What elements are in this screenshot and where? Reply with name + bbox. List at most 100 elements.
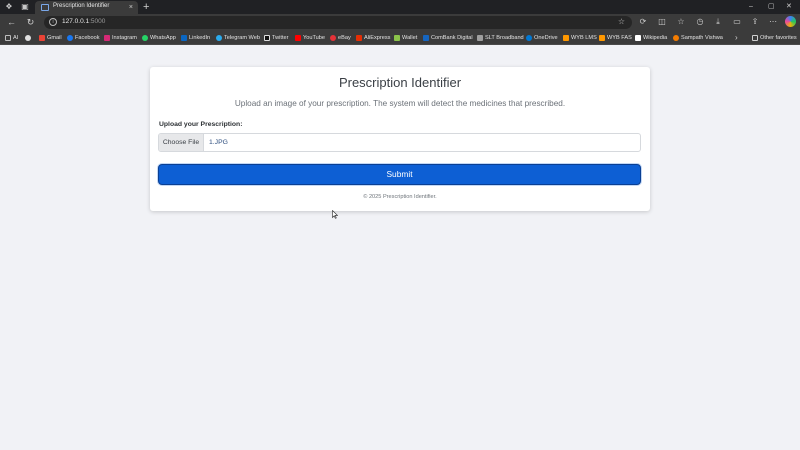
upload-label: Upload your Prescription: bbox=[159, 121, 243, 128]
screenshot-icon[interactable]: ▭ bbox=[732, 17, 742, 27]
new-tab-button[interactable]: + bbox=[143, 0, 149, 14]
bookmark-globe[interactable] bbox=[25, 33, 31, 43]
page-description: Upload an image of your prescription. Th… bbox=[234, 99, 566, 108]
minimize-button[interactable]: – bbox=[749, 2, 753, 12]
gmail-icon bbox=[39, 35, 45, 41]
close-window-button[interactable]: ✕ bbox=[786, 2, 792, 12]
linkedin-icon bbox=[181, 35, 187, 41]
extensions-icon[interactable]: ⟳ bbox=[638, 17, 648, 27]
url-text: 127.0.0.1:5000 bbox=[62, 18, 105, 25]
bookmark-aliexpress[interactable]: AliExpress bbox=[356, 33, 390, 43]
page-content: Prescription Identifier Upload an image … bbox=[0, 46, 800, 450]
onedrive-icon bbox=[526, 35, 532, 41]
youtube-icon bbox=[295, 35, 301, 41]
downloads-icon[interactable]: ⤓ bbox=[713, 17, 723, 27]
site-info-icon[interactable]: i bbox=[49, 18, 57, 26]
tab-prescription-identifier[interactable]: Prescription Identifier × bbox=[35, 1, 138, 14]
split-screen-icon[interactable]: ◫ bbox=[657, 17, 667, 27]
page-favicon-icon bbox=[41, 4, 49, 11]
bookmark-label: Twitter bbox=[272, 35, 289, 41]
bookmark-wyb-lms[interactable]: WYB LMS bbox=[563, 33, 597, 43]
other-favorites[interactable]: Other favorites bbox=[752, 33, 797, 43]
bookmark-label: WYB LMS bbox=[571, 35, 597, 41]
choose-file-button[interactable]: Choose File bbox=[159, 134, 204, 151]
tab-title: Prescription Identifier bbox=[53, 3, 110, 9]
bookmark-youtube[interactable]: YouTube bbox=[295, 33, 325, 43]
bookmark-label: WYB FAS bbox=[607, 35, 632, 41]
bookmark-gmail[interactable]: Gmail bbox=[39, 33, 62, 43]
maximize-button[interactable]: ▢ bbox=[768, 2, 775, 12]
bookmark-ebay[interactable]: eBay bbox=[330, 33, 351, 43]
combank-icon bbox=[423, 35, 429, 41]
tab-close-icon[interactable]: × bbox=[129, 3, 133, 12]
bookmark-instagram[interactable]: Instagram bbox=[104, 33, 137, 43]
bookmark-wallet[interactable]: Wallet bbox=[394, 33, 417, 43]
x-twitter-icon bbox=[264, 35, 270, 41]
star-icon[interactable]: ☆ bbox=[618, 17, 625, 27]
profile-icon[interactable] bbox=[785, 16, 796, 27]
more-icon[interactable]: ⋯ bbox=[768, 17, 778, 27]
bookmark-label: Instagram bbox=[112, 35, 137, 41]
bookmark-label: YouTube bbox=[303, 35, 325, 41]
bookmark-label: ComBank Digital bbox=[431, 35, 473, 41]
bookmark-whatsapp[interactable]: WhatsApp bbox=[142, 33, 176, 43]
bookmark-slt[interactable]: SLT Broadband bbox=[477, 33, 524, 43]
bookmarks-overflow-icon[interactable]: › bbox=[735, 33, 738, 43]
slt-icon bbox=[477, 35, 483, 41]
share-icon[interactable]: ⇪ bbox=[750, 17, 760, 27]
bookmark-label: eBay bbox=[338, 35, 351, 41]
bookmark-linkedin[interactable]: LinkedIn bbox=[181, 33, 210, 43]
bookmark-label: WhatsApp bbox=[150, 35, 176, 41]
bookmark-combank[interactable]: ComBank Digital bbox=[423, 33, 473, 43]
file-input[interactable]: Choose File 1.JPG bbox=[158, 133, 641, 152]
wallet-icon bbox=[394, 35, 400, 41]
aliexpress-icon bbox=[356, 35, 362, 41]
favorites-icon[interactable]: ☆ bbox=[676, 17, 686, 27]
address-bar[interactable]: i 127.0.0.1:5000 ☆ bbox=[44, 16, 632, 29]
sampath-icon bbox=[673, 35, 679, 41]
bookmark-label: Telegram Web bbox=[224, 35, 260, 41]
bookmark-label: Sampath Vishwa bbox=[681, 35, 723, 41]
bookmark-label: Wallet bbox=[402, 35, 418, 41]
bookmark-label: AI bbox=[13, 35, 19, 41]
browser-titlebar: ❖ ▣ Prescription Identifier × + – ▢ ✕ bbox=[0, 0, 800, 14]
bookmark-onedrive[interactable]: OneDrive bbox=[526, 33, 558, 43]
submit-button[interactable]: Submit bbox=[158, 164, 641, 185]
selected-file-name: 1.JPG bbox=[209, 139, 228, 146]
facebook-icon bbox=[67, 35, 73, 41]
bookmark-label: AliExpress bbox=[364, 35, 391, 41]
bookmark-ai[interactable]: AI bbox=[5, 33, 18, 43]
workspaces-icon[interactable]: ❖ bbox=[4, 2, 14, 12]
url-port: :5000 bbox=[89, 18, 106, 25]
upload-card: Prescription Identifier Upload an image … bbox=[150, 67, 650, 211]
bookmark-label: LinkedIn bbox=[189, 35, 211, 41]
telegram-icon bbox=[216, 35, 222, 41]
bookmark-wikipedia[interactable]: Wikipedia bbox=[635, 33, 667, 43]
wikipedia-icon bbox=[635, 35, 641, 41]
bookmark-facebook[interactable]: Facebook bbox=[67, 33, 100, 43]
bookmark-label: Gmail bbox=[47, 35, 62, 41]
ebay-icon bbox=[330, 35, 336, 41]
whatsapp-icon bbox=[142, 35, 148, 41]
back-icon[interactable]: ← bbox=[6, 17, 17, 28]
history-icon[interactable]: ◷ bbox=[695, 17, 705, 27]
mouse-cursor-icon bbox=[332, 210, 338, 219]
folder-icon bbox=[752, 35, 758, 41]
instagram-icon bbox=[104, 35, 110, 41]
wyb-fas-icon bbox=[599, 35, 605, 41]
bookmark-telegram[interactable]: Telegram Web bbox=[216, 33, 260, 43]
page-title: Prescription Identifier bbox=[338, 75, 462, 90]
wyb-lms-icon bbox=[563, 35, 569, 41]
bookmark-label: Wikipedia bbox=[643, 35, 668, 41]
tab-actions-icon[interactable]: ▣ bbox=[20, 2, 30, 12]
globe-icon bbox=[25, 35, 31, 41]
other-favorites-label: Other favorites bbox=[760, 35, 797, 41]
bookmark-sampath[interactable]: Sampath Vishwa bbox=[673, 33, 723, 43]
url-host: 127.0.0.1 bbox=[62, 18, 90, 25]
bookmark-label: SLT Broadband bbox=[485, 35, 524, 41]
bookmark-twitter[interactable]: Twitter bbox=[264, 33, 288, 43]
footer-copyright: © 2025 Prescription Identifier. bbox=[363, 194, 437, 200]
bookmark-label: Facebook bbox=[75, 35, 100, 41]
refresh-icon[interactable]: ↻ bbox=[25, 17, 36, 28]
bookmark-wyb-fas[interactable]: WYB FAS bbox=[599, 33, 632, 43]
